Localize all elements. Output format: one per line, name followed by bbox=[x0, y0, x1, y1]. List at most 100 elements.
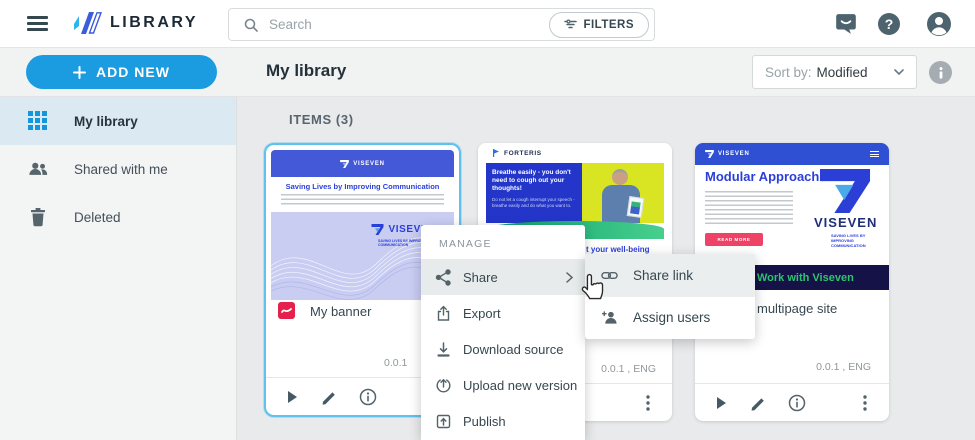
help-icon[interactable]: ? bbox=[877, 12, 901, 36]
kebab-menu-icon[interactable] bbox=[855, 393, 875, 413]
add-new-button[interactable]: ADD NEW bbox=[26, 55, 217, 89]
forteris-mark-icon bbox=[492, 149, 500, 157]
profile-icon[interactable] bbox=[926, 11, 952, 37]
logo-mark-icon bbox=[72, 10, 102, 36]
thumb-banner: Breathe easily - you don't need to cough… bbox=[486, 163, 664, 223]
viseven-mark-icon bbox=[817, 169, 873, 213]
share-submenu: Share link Assign users bbox=[585, 254, 755, 339]
library-app-window: LIBRARY Search FILTERS ? bbox=[0, 0, 975, 440]
banner-subtext: Do not let a cough interrupt your speech… bbox=[492, 197, 576, 208]
read-more-button: READ MORE bbox=[705, 233, 763, 246]
app-title: LIBRARY bbox=[110, 14, 198, 32]
edit-icon[interactable] bbox=[320, 387, 340, 407]
sidebar-item-deleted[interactable]: Deleted bbox=[0, 193, 236, 241]
sidebar-item-label: My library bbox=[74, 114, 138, 129]
menu-item-publish[interactable]: Publish bbox=[421, 403, 585, 439]
thumb-brand-label: FORTERIS bbox=[504, 150, 542, 157]
filter-icon bbox=[564, 19, 577, 30]
viseven-mark-icon bbox=[371, 224, 384, 235]
photo-person bbox=[612, 169, 628, 185]
search-bar[interactable]: Search FILTERS bbox=[228, 8, 655, 41]
download-icon bbox=[435, 341, 452, 358]
search-icon bbox=[243, 17, 259, 33]
app-header: LIBRARY Search FILTERS ? bbox=[0, 0, 975, 48]
menu-item-label: Upload new version bbox=[463, 378, 577, 393]
search-input[interactable]: Search bbox=[269, 17, 549, 32]
chevron-down-icon bbox=[894, 69, 904, 75]
banner-headline: Breathe easily - you don't need to cough… bbox=[492, 169, 576, 193]
sidebar-item-label: Deleted bbox=[74, 210, 121, 225]
thumb-brand-label: VISEVEN bbox=[353, 161, 385, 167]
sidebar: My library Shared with me D bbox=[0, 97, 237, 440]
sidebar-item-label: Shared with me bbox=[74, 162, 168, 177]
card-action-bar bbox=[695, 383, 889, 421]
chat-icon[interactable] bbox=[834, 12, 858, 36]
context-menu-header: MANAGE bbox=[421, 225, 585, 259]
play-icon[interactable] bbox=[282, 387, 302, 407]
help-glyph: ? bbox=[885, 16, 894, 32]
viseven-tagline: SAVING LIVES BY IMPROVING COMMUNICATION bbox=[831, 233, 879, 248]
thumb-header-bar: VISEVEN bbox=[271, 150, 454, 177]
thumb-header-bar: VISEVEN bbox=[695, 143, 889, 165]
sort-selected-value: Modified bbox=[817, 65, 894, 80]
info-icon[interactable] bbox=[929, 61, 952, 84]
assign-users-icon bbox=[601, 309, 618, 326]
menu-item-label: Publish bbox=[463, 414, 506, 429]
banner-text-box: Breathe easily - you don't need to cough… bbox=[486, 163, 582, 223]
filters-button[interactable]: FILTERS bbox=[549, 12, 649, 38]
card-title[interactable]: My banner bbox=[310, 304, 371, 319]
thumb-headline: Modular Approach bbox=[705, 169, 819, 184]
sort-dropdown[interactable]: Sort by: Modified bbox=[752, 55, 917, 89]
thumb-title-fragment: t your well-being bbox=[586, 245, 650, 254]
edit-icon[interactable] bbox=[749, 393, 769, 413]
menu-item-export[interactable]: Export bbox=[421, 295, 585, 331]
thumb-paragraph-placeholder bbox=[705, 191, 793, 227]
link-icon bbox=[601, 267, 618, 284]
card-version: 0.0.1 bbox=[384, 357, 407, 369]
menu-item-label: Download source bbox=[463, 342, 563, 357]
export-icon bbox=[435, 305, 452, 322]
menu-item-upload-new-version[interactable]: Upload new version bbox=[421, 367, 585, 403]
menu-item-download-source[interactable]: Download source bbox=[421, 331, 585, 367]
menu-item-share[interactable]: Share bbox=[421, 259, 585, 295]
page-title: My library bbox=[266, 61, 346, 81]
card-version: 0.0.1 , ENG bbox=[816, 361, 871, 373]
submenu-item-label: Share link bbox=[633, 268, 693, 283]
thumb-header-bar: FORTERIS bbox=[478, 143, 672, 163]
viseven-mark-icon bbox=[705, 150, 714, 158]
add-new-label: ADD NEW bbox=[96, 64, 170, 80]
menu-item-label: Export bbox=[463, 306, 501, 321]
info-circle-icon[interactable] bbox=[358, 387, 378, 407]
menu-item-label: Share bbox=[463, 270, 498, 285]
sidebar-item-shared-with-me[interactable]: Shared with me bbox=[0, 145, 236, 193]
thumb-hamburger-icon bbox=[870, 151, 879, 158]
thumb-paragraph-placeholder bbox=[281, 194, 444, 207]
banner-photo bbox=[582, 163, 664, 223]
kebab-menu-icon[interactable] bbox=[638, 393, 658, 413]
card-title[interactable]: multipage site bbox=[757, 301, 837, 316]
thumb-headline: Saving Lives by Improving Communication bbox=[271, 182, 454, 191]
sort-prefix-label: Sort by: bbox=[765, 65, 812, 80]
upload-icon bbox=[435, 377, 452, 394]
photo-product-box bbox=[627, 196, 645, 218]
info-circle-icon[interactable] bbox=[787, 393, 807, 413]
card-version: 0.0.1 , ENG bbox=[601, 363, 656, 375]
viseven-mark-icon bbox=[340, 160, 349, 168]
items-count-label: ITEMS (3) bbox=[289, 112, 354, 127]
submenu-item-label: Assign users bbox=[633, 310, 710, 325]
play-icon[interactable] bbox=[711, 393, 731, 413]
submenu-item-assign-users[interactable]: Assign users bbox=[585, 297, 755, 340]
thumb-headline-section: Saving Lives by Improving Communication bbox=[271, 177, 454, 212]
people-icon bbox=[28, 159, 48, 179]
thumb-footer-text: Work with Viseven bbox=[757, 272, 854, 284]
trash-icon bbox=[28, 207, 48, 227]
submenu-item-share-link[interactable]: Share link bbox=[585, 254, 755, 297]
filters-label: FILTERS bbox=[583, 19, 634, 31]
grid-icon bbox=[28, 111, 48, 131]
sidebar-item-my-library[interactable]: My library bbox=[0, 97, 236, 145]
submenu-chevron-icon bbox=[566, 272, 573, 283]
banner-type-badge bbox=[278, 302, 295, 319]
publish-icon bbox=[435, 413, 452, 430]
app-logo: LIBRARY bbox=[72, 10, 198, 36]
hamburger-menu-icon[interactable] bbox=[27, 16, 48, 31]
